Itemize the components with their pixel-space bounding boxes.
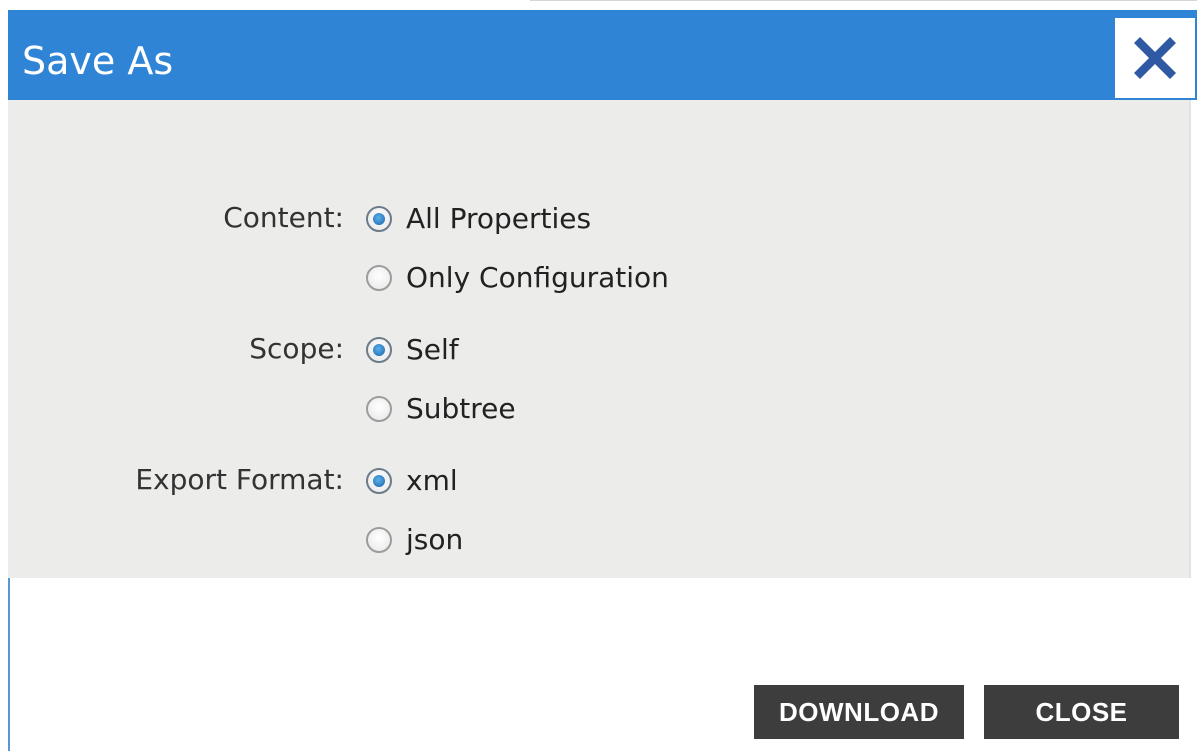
export-format-option-json[interactable]: json <box>366 522 463 558</box>
content-label: Content: <box>223 201 344 234</box>
radio-button-checked[interactable] <box>366 337 392 363</box>
content-option-all-properties[interactable]: All Properties <box>366 201 591 237</box>
radio-button[interactable] <box>366 396 392 422</box>
close-dialog-button[interactable] <box>1115 18 1195 98</box>
window-top-edge <box>530 0 1197 10</box>
close-x-icon <box>1134 37 1176 79</box>
save-as-dialog: Save As Content: All Properties Only Con… <box>0 0 1197 751</box>
title-bar: Save As <box>8 10 1197 100</box>
radio-label: Self <box>406 333 459 366</box>
content-option-only-configuration[interactable]: Only Configuration <box>366 260 669 296</box>
download-button[interactable]: DOWNLOAD <box>754 685 964 739</box>
dialog-left-border <box>8 578 10 751</box>
panel-right-border <box>1189 100 1191 578</box>
radio-label: Subtree <box>406 392 516 425</box>
form-panel <box>8 100 1189 578</box>
radio-button[interactable] <box>366 265 392 291</box>
radio-label: json <box>406 523 464 556</box>
scope-option-self[interactable]: Self <box>366 332 459 368</box>
export-format-option-xml[interactable]: xml <box>366 463 458 499</box>
close-button[interactable]: CLOSE <box>984 685 1179 739</box>
radio-button[interactable] <box>366 527 392 553</box>
export-format-label: Export Format: <box>135 463 344 496</box>
radio-button-checked[interactable] <box>366 206 392 232</box>
radio-button-checked[interactable] <box>366 468 392 494</box>
scope-option-subtree[interactable]: Subtree <box>366 391 516 427</box>
dialog-title: Save As <box>22 39 174 83</box>
radio-label: Only Configuration <box>406 261 669 294</box>
radio-label: All Properties <box>406 202 592 235</box>
scope-label: Scope: <box>249 332 344 365</box>
radio-label: xml <box>406 464 458 497</box>
